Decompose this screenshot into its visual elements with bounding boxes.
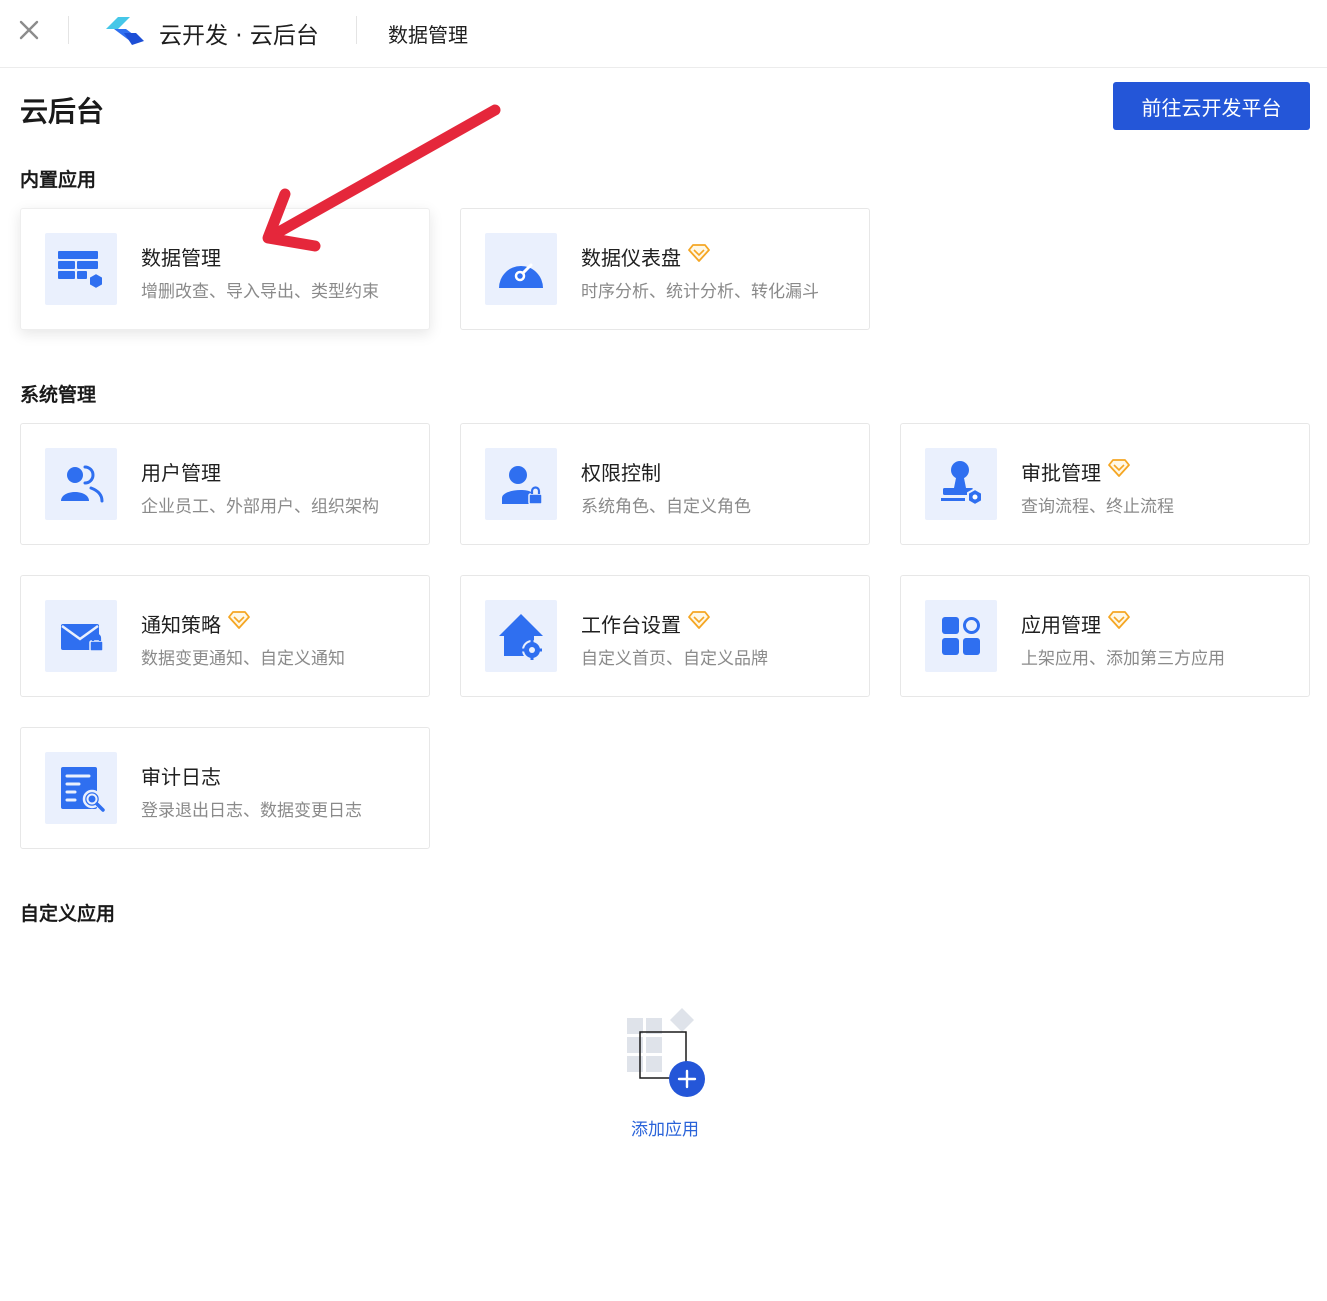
card-description: 系统角色、自定义角色 <box>581 497 751 517</box>
card-title-text: 应用管理 <box>1021 613 1101 637</box>
divider <box>356 16 357 44</box>
app-card-app-management[interactable]: 应用管理 上架应用、添加第三方应用 <box>900 575 1310 697</box>
card-description: 数据变更通知、自定义通知 <box>141 649 345 669</box>
user-lock-icon <box>502 466 543 505</box>
card-title: 审计日志 <box>141 765 221 789</box>
premium-diamond-icon <box>1108 459 1130 477</box>
cloudbase-logo-icon <box>106 17 144 45</box>
app-card-approval-management[interactable]: 审批管理 查询流程、终止流程 <box>900 423 1310 545</box>
card-description: 时序分析、统计分析、转化漏斗 <box>581 282 819 302</box>
card-description: 上架应用、添加第三方应用 <box>1021 649 1225 669</box>
app-title: 云开发 · 云后台 <box>159 23 319 49</box>
divider <box>68 16 69 44</box>
card-icon-bg <box>485 448 557 520</box>
card-description: 增删改查、导入导出、类型约束 <box>141 282 379 302</box>
card-icon-bg <box>45 600 117 672</box>
card-icon-bg <box>45 752 117 824</box>
card-description: 登录退出日志、数据变更日志 <box>141 801 362 821</box>
premium-diamond-icon <box>228 611 250 629</box>
card-icon-bg <box>925 448 997 520</box>
tab-data-management[interactable]: 数据管理 <box>388 19 468 48</box>
card-icon-bg <box>45 448 117 520</box>
app-card-notification-policy[interactable]: 通知策略 数据变更通知、自定义通知 <box>20 575 430 697</box>
goto-cloudbase-button[interactable]: 前往云开发平台 <box>1113 82 1310 130</box>
card-description: 查询流程、终止流程 <box>1021 497 1174 517</box>
close-icon[interactable] <box>17 18 41 42</box>
page-title: 云后台 <box>20 95 105 128</box>
card-title: 通知策略 <box>141 609 251 638</box>
app-card-audit-log[interactable]: 审计日志 登录退出日志、数据变更日志 <box>20 727 430 849</box>
section-title-custom: 自定义应用 <box>20 903 116 925</box>
card-icon-bg <box>45 233 117 305</box>
card-title: 数据仪表盘 <box>581 242 711 271</box>
app-card-data-dashboard[interactable]: 数据仪表盘 时序分析、统计分析、转化漏斗 <box>460 208 870 330</box>
card-description: 企业员工、外部用户、组织架构 <box>141 497 379 517</box>
add-app-link[interactable]: 添加应用 <box>610 1115 720 1140</box>
mail-lock-icon <box>61 624 104 652</box>
app-card-permission-control[interactable]: 权限控制 系统角色、自定义角色 <box>460 423 870 545</box>
top-bar: 云开发 · 云后台 数据管理 <box>0 0 1327 68</box>
card-title-text: 审批管理 <box>1021 461 1101 485</box>
section-title-builtin: 内置应用 <box>20 169 97 191</box>
app-card-user-management[interactable]: 用户管理 企业员工、外部用户、组织架构 <box>20 423 430 545</box>
card-title: 用户管理 <box>141 461 221 485</box>
card-icon-bg <box>485 600 557 672</box>
premium-diamond-icon <box>688 244 710 262</box>
card-title: 权限控制 <box>581 461 661 485</box>
apps-grid-icon <box>942 617 980 655</box>
add-app-illustration-icon[interactable] <box>620 1004 712 1100</box>
section-title-system: 系统管理 <box>20 384 97 406</box>
log-search-icon <box>61 767 105 812</box>
card-title: 应用管理 <box>1021 609 1131 638</box>
app-card-workbench-settings[interactable]: 工作台设置 自定义首页、自定义品牌 <box>460 575 870 697</box>
card-title: 审批管理 <box>1021 457 1131 486</box>
premium-diamond-icon <box>688 611 710 629</box>
approval-stamp-icon <box>941 461 983 507</box>
card-title-text: 工作台设置 <box>581 613 681 637</box>
card-title-text: 通知策略 <box>141 613 221 637</box>
users-icon <box>61 465 104 503</box>
card-description: 自定义首页、自定义品牌 <box>581 649 768 669</box>
card-title-text: 数据仪表盘 <box>581 246 681 270</box>
data-table-icon <box>58 251 104 291</box>
card-icon-bg <box>925 600 997 672</box>
premium-diamond-icon <box>1108 611 1130 629</box>
card-title: 数据管理 <box>141 246 221 270</box>
card-title: 工作台设置 <box>581 609 711 638</box>
home-gear-icon <box>499 614 543 660</box>
annotation-arrow-icon <box>262 104 501 252</box>
